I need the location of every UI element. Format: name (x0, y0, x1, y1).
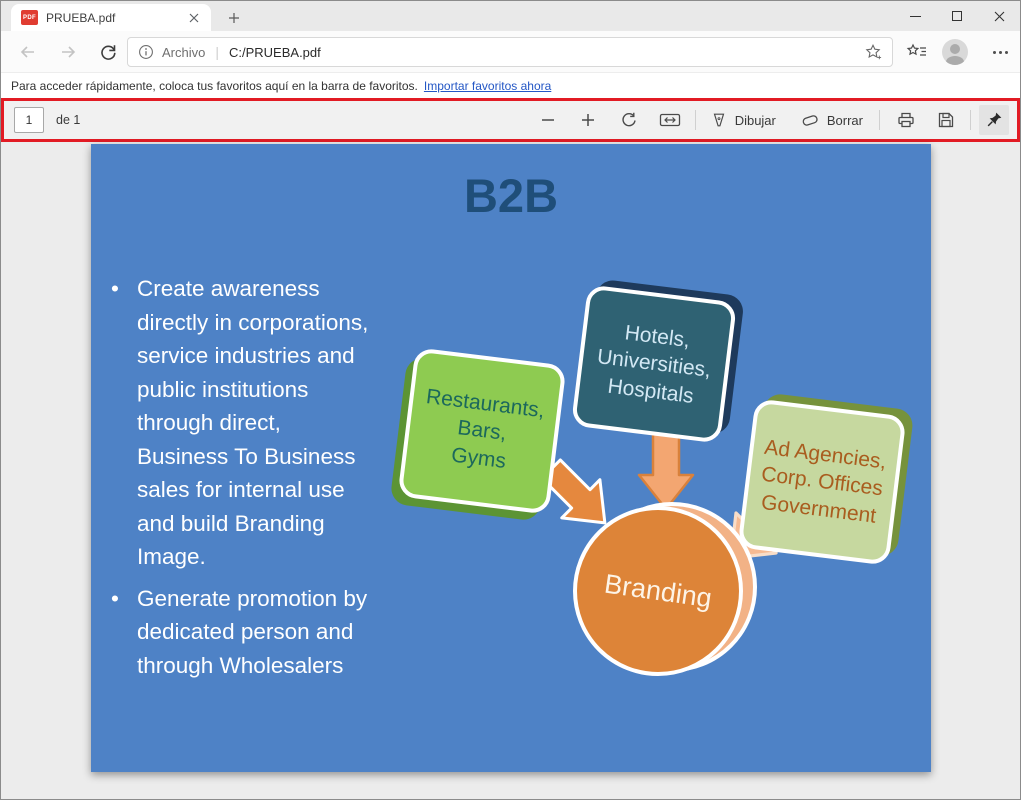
close-icon[interactable] (978, 1, 1020, 31)
pdf-tools: Dibujar Borrar (535, 101, 1009, 139)
page-navigation: de 1 (14, 101, 80, 139)
bullet-item: Generate promotion by dedicated person a… (109, 582, 469, 683)
fit-to-width-icon[interactable] (655, 105, 685, 135)
draw-label: Dibujar (735, 113, 776, 128)
notification-message: Para acceder rápidamente, coloca tus fav… (11, 79, 418, 93)
import-favorites-link[interactable]: Importar favoritos ahora (424, 79, 551, 93)
browser-window: PDF PRUEBA.pdf (0, 0, 1021, 800)
address-url: C:/PRUEBA.pdf (229, 45, 321, 60)
navigation-bar: Archivo | C:/PRUEBA.pdf (1, 31, 1020, 73)
refresh-icon[interactable] (95, 39, 121, 65)
tab-close-icon[interactable] (185, 9, 203, 27)
erase-button[interactable]: Borrar (796, 105, 867, 135)
toolbar-separator (695, 110, 696, 130)
tab-bar: PDF PRUEBA.pdf (1, 1, 1020, 31)
erase-label: Borrar (827, 113, 863, 128)
node-hotels-universities-hospitals: Hotels, Universities, Hospitals (571, 284, 737, 443)
favorites-hub-icon[interactable] (904, 39, 930, 65)
new-tab-button[interactable] (223, 7, 245, 29)
node-ad-agencies-corp-offices-government: Ad Agencies, Corp. Offices Government (737, 398, 906, 565)
node-branding: Branding (573, 506, 743, 676)
pdf-toolbar-annotated: de 1 Dibujar Borrar (1, 98, 1020, 142)
address-divider: | (215, 44, 219, 60)
slide-title: B2B (91, 166, 931, 226)
window-controls (894, 1, 1020, 31)
save-icon[interactable] (932, 105, 960, 135)
maximize-icon[interactable] (936, 1, 978, 31)
pin-toolbar-icon[interactable] (979, 105, 1009, 135)
toolbar-separator (970, 110, 971, 130)
zoom-out-icon[interactable] (535, 105, 561, 135)
forward-icon[interactable] (55, 39, 81, 65)
tab-prueba-pdf[interactable]: PDF PRUEBA.pdf (11, 4, 211, 31)
eraser-icon (800, 111, 820, 129)
pdf-page-slide: B2B Create awareness directly in corpora… (91, 144, 931, 772)
more-menu-icon[interactable] (987, 39, 1013, 65)
zoom-in-icon[interactable] (575, 105, 601, 135)
pdf-file-icon: PDF (21, 10, 38, 25)
arrow-hotels-to-branding (639, 433, 693, 509)
rotate-icon[interactable] (615, 105, 643, 135)
pen-nib-icon (710, 111, 728, 129)
draw-button[interactable]: Dibujar (706, 105, 780, 135)
profile-avatar[interactable] (942, 39, 968, 65)
page-number-input[interactable] (14, 107, 44, 133)
back-icon[interactable] (15, 39, 41, 65)
favorites-notification-bar: Para acceder rápidamente, coloca tus fav… (1, 73, 1020, 98)
toolbar-separator (879, 110, 880, 130)
page-count-label: de 1 (56, 113, 80, 127)
tab-title: PRUEBA.pdf (46, 11, 185, 25)
minimize-icon[interactable] (894, 1, 936, 31)
info-icon (138, 44, 154, 60)
print-icon[interactable] (892, 105, 920, 135)
address-bar[interactable]: Archivo | C:/PRUEBA.pdf (127, 37, 893, 67)
pdf-viewer-canvas[interactable]: B2B Create awareness directly in corpora… (1, 142, 1020, 799)
add-favorite-star-icon[interactable] (864, 43, 882, 61)
branding-label: Branding (602, 568, 713, 614)
node-restaurants-bars-gyms: Restaurants, Bars, Gyms (397, 347, 566, 514)
address-scheme-label: Archivo (162, 45, 205, 60)
